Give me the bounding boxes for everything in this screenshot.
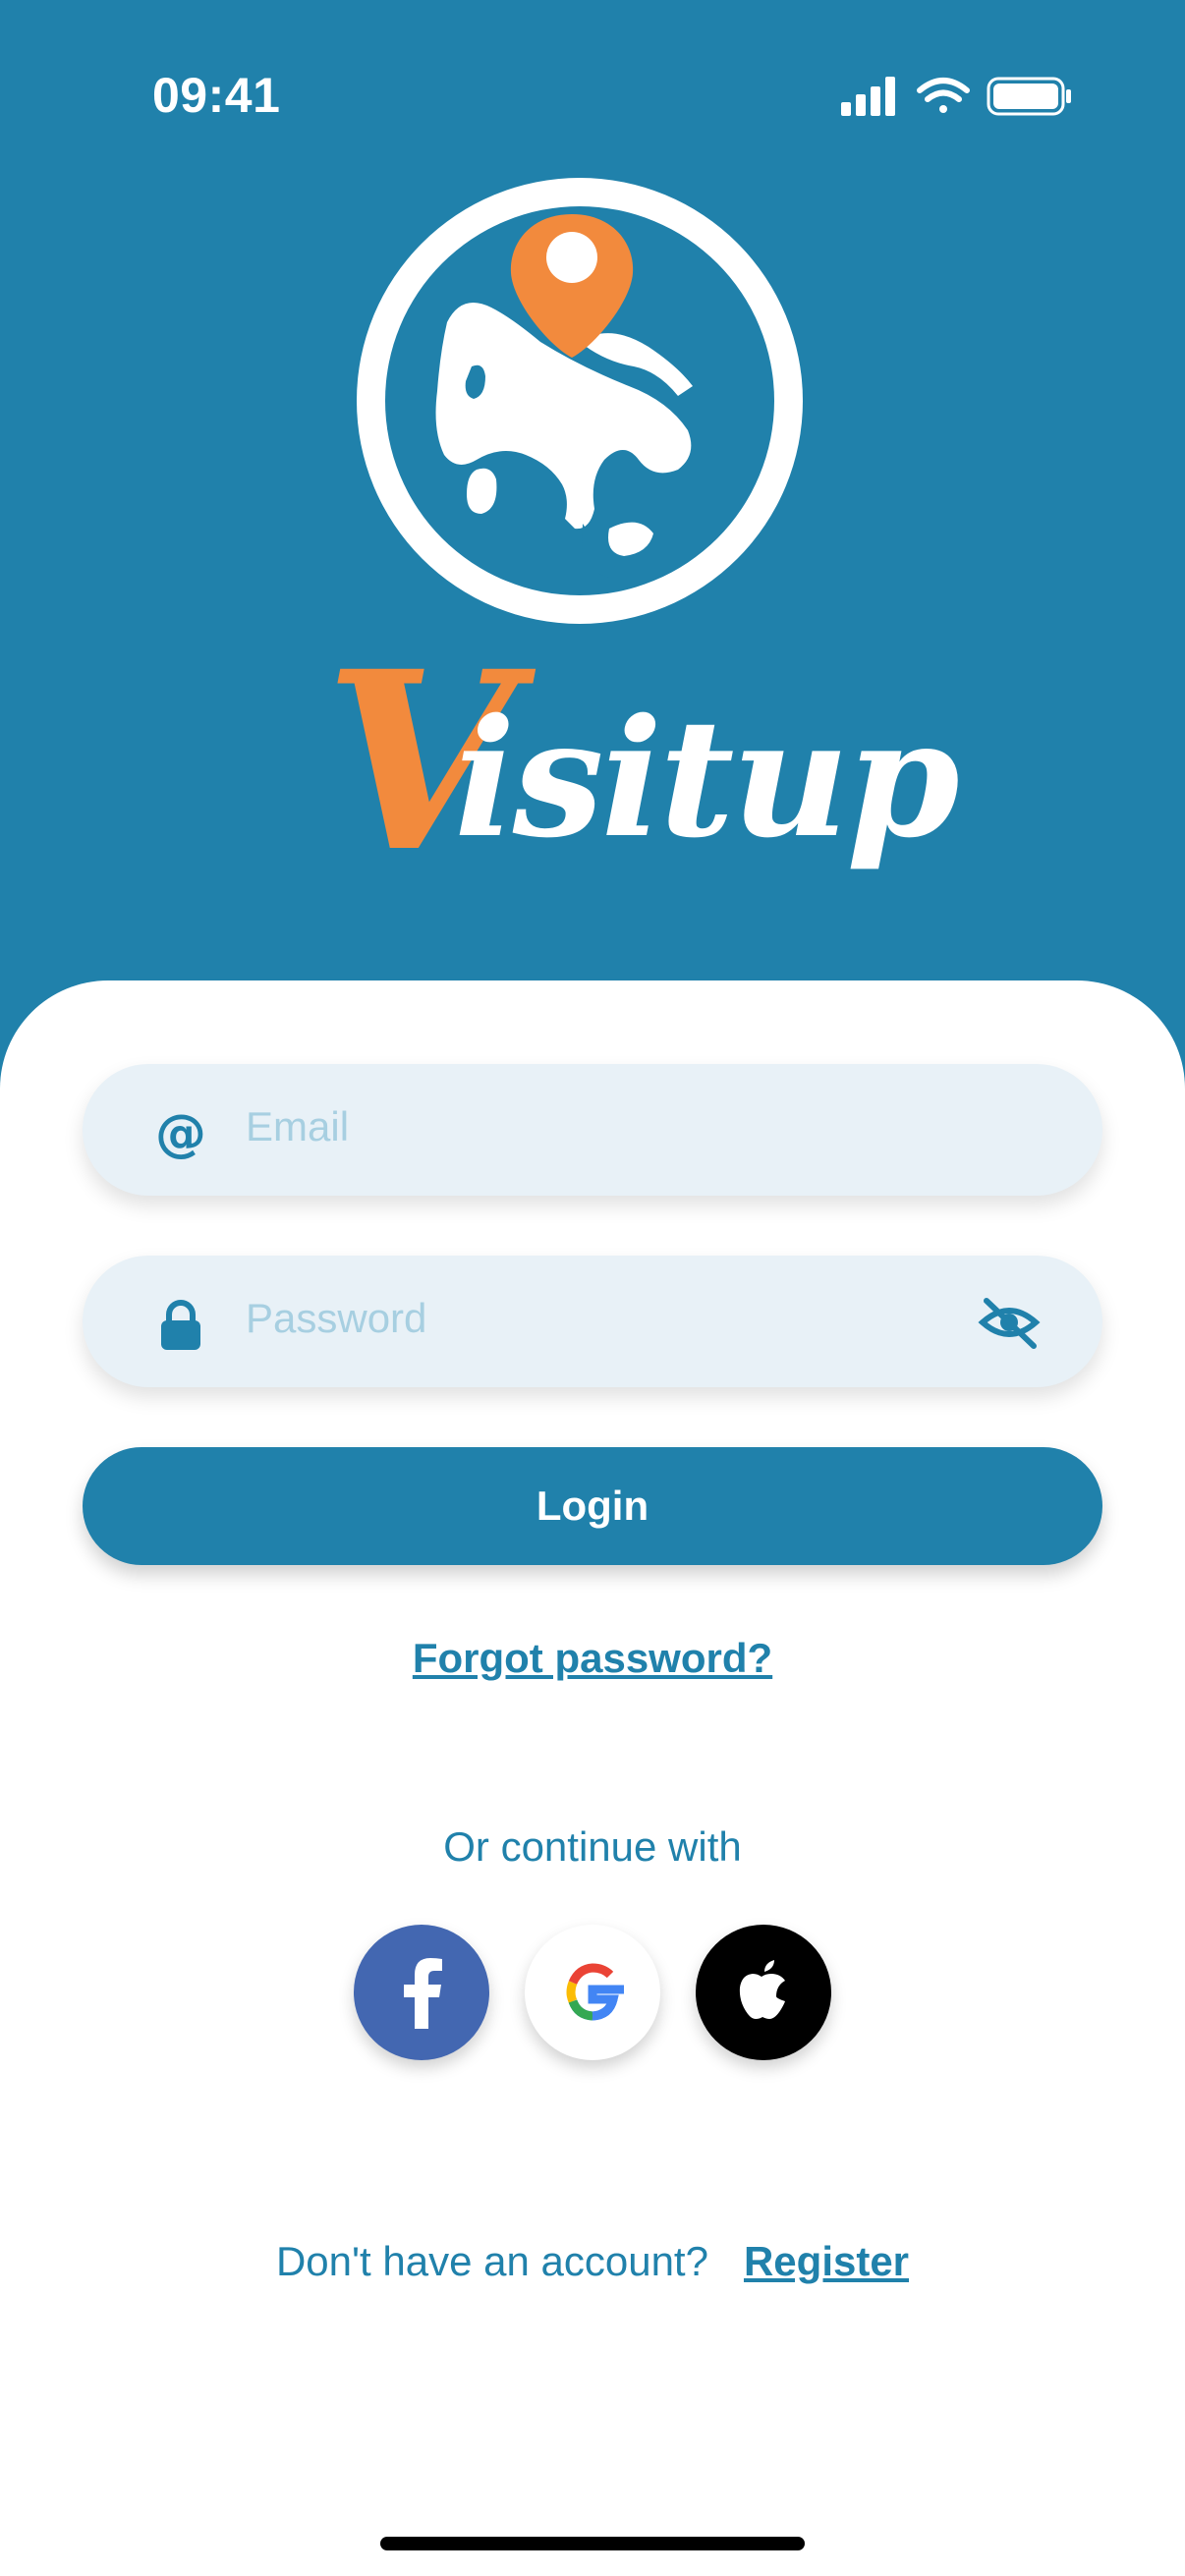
brand-rest: isitup <box>454 683 960 873</box>
lock-icon <box>153 1297 208 1352</box>
status-icons <box>841 73 1077 122</box>
register-link[interactable]: Register <box>744 2238 909 2284</box>
password-placeholder: Password <box>246 1295 427 1341</box>
globe-location-logo <box>354 175 806 627</box>
register-prompt: Don't have an account? Register <box>0 2238 1185 2285</box>
battery-icon <box>987 77 1071 116</box>
at-icon: @ <box>153 1104 208 1163</box>
svg-text:@: @ <box>155 1105 206 1160</box>
login-button-label: Login <box>536 1483 649 1529</box>
status-bar: 09:41 <box>0 0 1185 187</box>
email-placeholder: Email <box>246 1103 350 1149</box>
apple-login-button[interactable] <box>696 1925 831 2060</box>
facebook-icon <box>404 1958 442 2029</box>
forgot-password-link[interactable]: Forgot password? <box>0 1635 1185 1682</box>
brand-wordmark: V isitup <box>324 639 960 914</box>
google-login-button[interactable] <box>525 1925 660 2060</box>
status-time: 09:41 <box>152 68 281 123</box>
password-field[interactable]: Password <box>83 1256 1102 1387</box>
eye-slash-icon[interactable] <box>977 1293 1042 1352</box>
wifi-icon <box>917 78 970 113</box>
register-prompt-text: Don't have an account? <box>275 2238 708 2284</box>
login-sheet <box>0 980 1185 2576</box>
social-heading: Or continue with <box>443 1823 742 1870</box>
google-icon <box>566 1963 624 2021</box>
signal-icon <box>841 77 895 116</box>
email-field[interactable]: @ Email <box>83 1064 1102 1196</box>
home-indicator[interactable] <box>380 2537 805 2550</box>
apple-icon <box>739 1960 785 2019</box>
facebook-login-button[interactable] <box>354 1925 489 2060</box>
login-button[interactable]: Login <box>83 1447 1102 1565</box>
